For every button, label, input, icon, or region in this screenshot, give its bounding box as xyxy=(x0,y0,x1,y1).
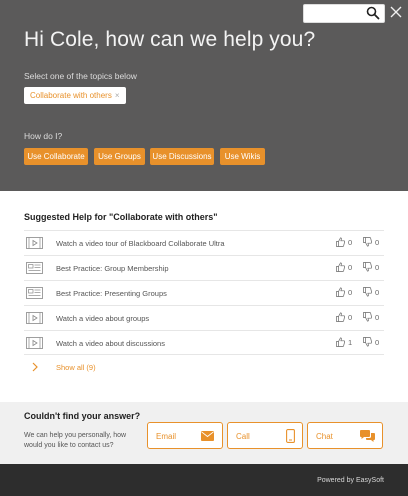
show-all-link[interactable]: Show all (9) xyxy=(24,362,96,372)
use-groups-button[interactable]: Use Groups xyxy=(94,148,145,165)
list-item-title[interactable]: Best Practice: Presenting Groups xyxy=(56,289,167,298)
email-label: Email xyxy=(156,432,177,441)
thumbs-down-vote[interactable]: 0 xyxy=(363,312,379,322)
thumbs-down-icon xyxy=(363,262,372,272)
thumbs-down-icon xyxy=(363,237,372,247)
thumbs-down-vote[interactable]: 0 xyxy=(363,337,379,347)
call-label: Call xyxy=(236,432,250,441)
use-collaborate-button[interactable]: Use Collaborate xyxy=(24,148,88,165)
selected-topic-chip[interactable]: Collaborate with others × xyxy=(24,87,126,104)
like-count: 1 xyxy=(348,337,353,347)
call-button[interactable]: Call xyxy=(227,422,303,449)
list-item-title[interactable]: Watch a video tour of Blackboard Collabo… xyxy=(56,239,225,248)
document-icon xyxy=(26,262,43,274)
suggested-help-list: Watch a video tour of Blackboard Collabo… xyxy=(24,230,384,355)
search-input[interactable] xyxy=(308,7,366,21)
list-item-title[interactable]: Watch a video about discussions xyxy=(56,339,165,348)
like-count: 0 xyxy=(348,262,353,272)
search-icon[interactable] xyxy=(366,6,380,20)
greeting-heading: Hi Cole, how can we help you? xyxy=(24,28,316,51)
thumbs-down-vote[interactable]: 0 xyxy=(363,237,379,247)
thumbs-up-vote[interactable]: 0 xyxy=(336,287,352,297)
video-icon xyxy=(26,312,43,324)
like-count: 0 xyxy=(348,237,353,247)
contact-title: Couldn't find your answer? xyxy=(24,411,141,421)
chat-label: Chat xyxy=(316,432,333,441)
thumbs-up-icon xyxy=(336,312,345,322)
thumbs-down-vote[interactable]: 0 xyxy=(363,262,379,272)
thumbs-up-icon xyxy=(336,287,345,297)
powered-by-text: Powered by EasySoft xyxy=(317,477,384,484)
phone-icon xyxy=(286,429,295,443)
thumbs-down-vote[interactable]: 0 xyxy=(363,287,379,297)
thumbs-up-vote[interactable]: 0 xyxy=(336,312,352,322)
suggested-help-title: Suggested Help for "Collaborate with oth… xyxy=(24,212,218,222)
thumbs-down-icon xyxy=(363,287,372,297)
use-discussions-button[interactable]: Use Discussions xyxy=(150,148,214,165)
contact-description: We can help you personally, how would yo… xyxy=(24,432,127,449)
like-count: 0 xyxy=(348,287,353,297)
dislike-count: 0 xyxy=(375,287,380,297)
dislike-count: 0 xyxy=(375,312,380,322)
video-icon xyxy=(26,337,43,349)
thumbs-up-icon xyxy=(336,337,345,347)
thumbs-up-vote[interactable]: 0 xyxy=(336,262,352,272)
thumbs-up-vote[interactable]: 0 xyxy=(336,237,352,247)
list-item-title[interactable]: Watch a video about groups xyxy=(56,314,149,323)
select-topic-label: Select one of the topics below xyxy=(24,71,137,81)
list-item[interactable]: Watch a video about groups 0 0 xyxy=(24,305,384,330)
list-item[interactable]: Best Practice: Group Membership 0 0 xyxy=(24,255,384,280)
chevron-right-icon xyxy=(32,362,38,372)
thumbs-down-icon xyxy=(363,312,372,322)
document-icon xyxy=(26,287,43,299)
list-item-title[interactable]: Best Practice: Group Membership xyxy=(56,264,169,273)
thumbs-up-icon xyxy=(336,262,345,272)
like-count: 0 xyxy=(348,312,353,322)
chat-bubbles-icon xyxy=(360,430,375,442)
close-icon[interactable] xyxy=(390,6,402,18)
dislike-count: 0 xyxy=(375,237,380,247)
use-wikis-button[interactable]: Use Wikis xyxy=(220,148,265,165)
dislike-count: 0 xyxy=(375,337,380,347)
email-button[interactable]: Email xyxy=(147,422,223,449)
help-header-panel: Hi Cole, how can we help you? Select one… xyxy=(0,0,408,191)
video-icon xyxy=(26,237,43,249)
chat-button[interactable]: Chat xyxy=(307,422,383,449)
contact-section: Couldn't find your answer? We can help y… xyxy=(0,402,408,464)
footer-bar: Powered by EasySoft xyxy=(0,464,408,496)
list-item[interactable]: Watch a video about discussions 1 0 xyxy=(24,330,384,355)
thumbs-up-vote[interactable]: 1 xyxy=(336,337,352,347)
thumbs-down-icon xyxy=(363,337,372,347)
list-item[interactable]: Watch a video tour of Blackboard Collabo… xyxy=(24,230,384,255)
dislike-count: 0 xyxy=(375,262,380,272)
thumbs-up-icon xyxy=(336,237,345,247)
selected-topic-label: Collaborate with others xyxy=(30,91,112,100)
list-item[interactable]: Best Practice: Presenting Groups 0 0 xyxy=(24,280,384,305)
envelope-icon xyxy=(201,431,214,441)
remove-topic-icon[interactable]: × xyxy=(115,91,120,100)
how-do-i-label: How do I? xyxy=(24,131,63,141)
show-all-label[interactable]: Show all (9) xyxy=(56,363,96,372)
